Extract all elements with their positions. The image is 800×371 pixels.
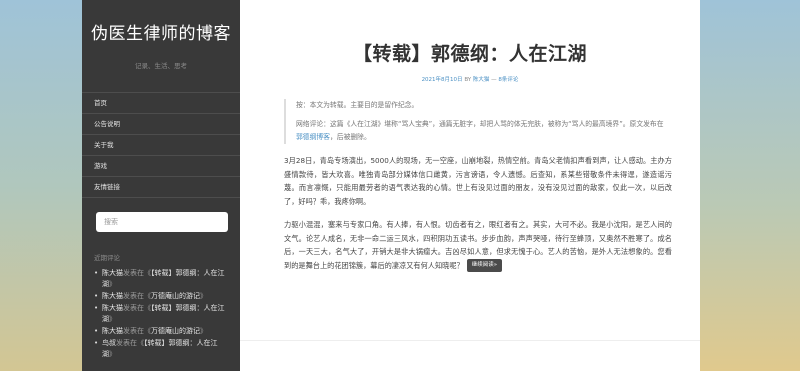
- recent-comments-list: 陈大猫发表在《【转载】郭德纲：人在江湖》 陈大猫发表在《万德庵山的游记》 陈大猫…: [94, 268, 230, 360]
- background-left: [0, 0, 82, 371]
- comment-author[interactable]: 陈大猫: [102, 327, 123, 335]
- divider: [240, 340, 700, 341]
- comment-end: 》: [200, 327, 207, 335]
- post-title[interactable]: 【转载】郭德纲：人在江湖: [240, 39, 700, 66]
- list-item: 陈大猫发表在《【转载】郭德纲：人在江湖》: [94, 303, 230, 325]
- comment-author[interactable]: 陈大猫: [102, 269, 123, 277]
- comment-end: 》: [109, 315, 116, 323]
- post-by: BY: [464, 77, 472, 83]
- main-nav: 首页 公告说明 关于我 游戏 友情链接: [82, 92, 240, 198]
- search-input[interactable]: [104, 218, 214, 226]
- search-box: [96, 212, 228, 232]
- comment-author[interactable]: 鸟叔: [102, 339, 116, 347]
- comment-post-link[interactable]: 万德庵山的游记: [151, 292, 200, 300]
- post-meta-separator: —: [491, 77, 497, 83]
- site-description: 记录、生活、思考: [135, 62, 187, 70]
- recent-comments-title: 近期评论: [94, 254, 120, 262]
- comment-on: 发表在《: [123, 304, 151, 312]
- nav-item-games[interactable]: 游戏: [82, 156, 240, 177]
- list-item: 陈大猫发表在《【转载】郭德纲：人在江湖》: [94, 268, 230, 290]
- comment-post-link[interactable]: 万德庵山的游记: [151, 327, 200, 335]
- nav-item-home[interactable]: 首页: [82, 93, 240, 114]
- nav-item-about[interactable]: 关于我: [82, 135, 240, 156]
- quote-note: 按：本文为转载。主要目的是留作纪念。: [296, 101, 419, 109]
- post-paragraph-2: 力驱小混混，塞来与专家口角。有人捧，有人恨。切齿者有之，眼红者有之。其实，大可不…: [284, 218, 672, 272]
- list-item: 陈大猫发表在《万德庵山的游记》: [94, 326, 230, 337]
- list-item: 鸟叔发表在《【转载】郭德纲：人在江湖》: [94, 338, 230, 360]
- quote-text-end: ，后被删除。: [329, 133, 371, 141]
- post-blockquote: 按：本文为转载。主要目的是留作纪念。 网络评论：这篇《人在江湖》堪称“骂人宝典”…: [284, 99, 664, 144]
- read-more-button[interactable]: 继续阅读»: [466, 259, 503, 272]
- comment-author[interactable]: 陈大猫: [102, 292, 123, 300]
- source-blog-link[interactable]: 郭德纲博客: [296, 133, 330, 141]
- main-content: 【转载】郭德纲：人在江湖 2021年8月10日 BY 陈大猫 — 8条评论 按：…: [240, 0, 700, 371]
- nav-item-announcement[interactable]: 公告说明: [82, 114, 240, 135]
- list-item: 陈大猫发表在《万德庵山的游记》: [94, 291, 230, 302]
- comment-on: 发表在《: [116, 339, 144, 347]
- comment-end: 》: [200, 292, 207, 300]
- background-right: [700, 0, 800, 371]
- post-author[interactable]: 陈大猫: [473, 77, 490, 83]
- post-date[interactable]: 2021年8月10日: [422, 77, 463, 83]
- site-title[interactable]: 伪医生律师的博客: [82, 19, 240, 44]
- comment-end: 》: [109, 350, 116, 358]
- comment-author[interactable]: 陈大猫: [102, 304, 123, 312]
- comment-end: 》: [109, 280, 116, 288]
- post-paragraph-1: 3月28日，青岛专场演出，5000人的现场，无一空座，山崩地裂，热情空前。青岛父…: [284, 156, 672, 206]
- post-comments-link[interactable]: 8条评论: [498, 77, 518, 83]
- sidebar: 伪医生律师的博客 记录、生活、思考 首页 公告说明 关于我 游戏 友情链接 近期…: [82, 0, 240, 371]
- nav-item-links[interactable]: 友情链接: [82, 177, 240, 198]
- quote-text: 网络评论：这篇《人在江湖》堪称“骂人宝典”，通篇无脏字，却把人骂的体无完肤，被称…: [296, 120, 664, 128]
- quote-comment: 网络评论：这篇《人在江湖》堪称“骂人宝典”，通篇无脏字，却把人骂的体无完肤，被称…: [296, 118, 664, 144]
- post-meta: 2021年8月10日 BY 陈大猫 — 8条评论: [240, 75, 700, 83]
- comment-on: 发表在《: [123, 327, 151, 335]
- comment-on: 发表在《: [123, 292, 151, 300]
- comment-on: 发表在《: [123, 269, 151, 277]
